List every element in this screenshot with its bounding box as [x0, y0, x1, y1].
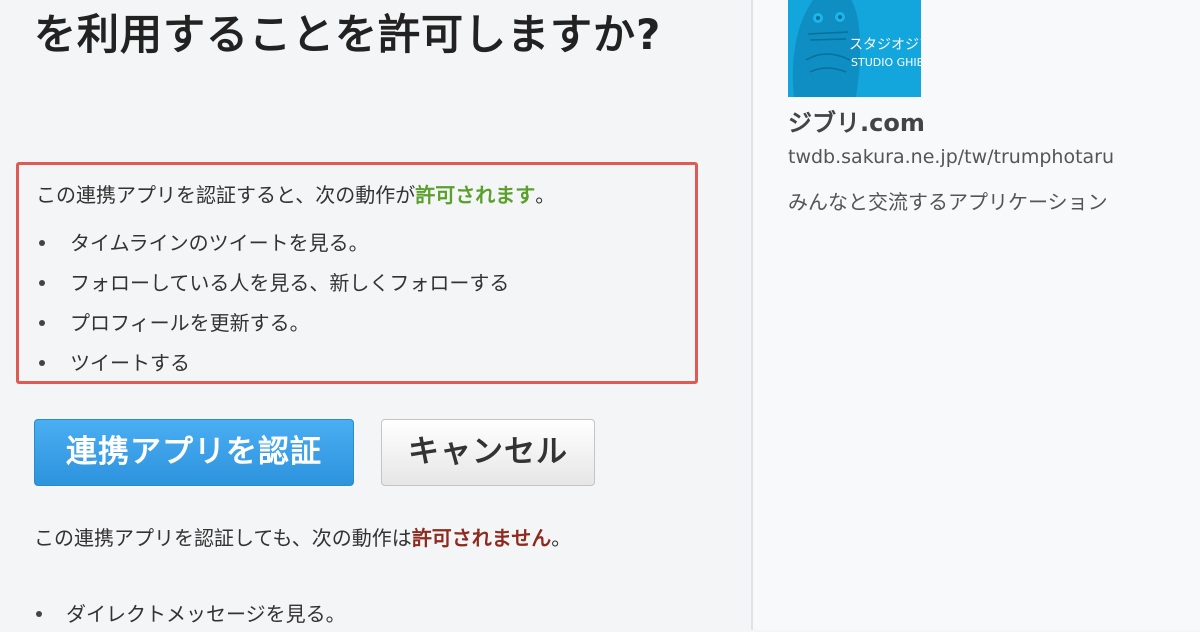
- bullet-icon: [36, 611, 42, 617]
- totoro-logo-icon: スタジオジブリ STUDIO GHIBLI: [788, 0, 921, 97]
- list-item-text: タイムラインのツイートを見る。: [70, 231, 369, 255]
- logo-text-ja: スタジオジブリ: [849, 36, 921, 53]
- allowed-intro-text: この連携アプリを認証すると、次の動作が: [36, 183, 416, 207]
- app-logo: スタジオジブリ STUDIO GHIBLI: [788, 0, 921, 97]
- app-name: ジブリ.com: [788, 109, 925, 137]
- allowed-permissions-box: この連携アプリを認証すると、次の動作が許可されます。 タイムラインのツイートを見…: [16, 162, 698, 384]
- denied-intro-text: この連携アプリを認証しても、次の動作は: [34, 526, 412, 550]
- allowed-highlight-text: 許可されます: [415, 183, 536, 207]
- list-item: タイムラインのツイートを見る。: [36, 223, 509, 263]
- cancel-button[interactable]: キャンセル: [381, 419, 595, 486]
- allowed-intro-suffix: 。: [535, 183, 556, 207]
- bullet-icon: [39, 240, 45, 246]
- list-item: ツイートする: [36, 343, 509, 383]
- bullet-icon: [39, 280, 45, 286]
- authorize-app-button[interactable]: 連携アプリを認証: [34, 419, 354, 486]
- bullet-icon: [39, 320, 45, 326]
- list-item-text: プロフィールを更新する。: [70, 311, 310, 335]
- app-description: みんなと交流するアプリケーション: [788, 190, 1108, 214]
- page-title: ジブリ.comがあなたのアカウントを利用することを許可しますか?: [34, 0, 709, 59]
- denied-highlight-text: 許可されません: [411, 526, 552, 550]
- app-url: twdb.sakura.ne.jp/tw/trumphotaru: [788, 146, 1115, 168]
- authorization-panel: ジブリ.comがあなたのアカウントを利用することを許可しますか? この連携アプリ…: [0, 0, 750, 630]
- list-item: プロフィールを更新する。: [36, 303, 509, 343]
- logo-text-en: STUDIO GHIBLI: [851, 56, 921, 69]
- app-info-panel: スタジオジブリ STUDIO GHIBLI ジブリ.com twdb.sakur…: [753, 0, 1200, 630]
- list-item: フォローしている人を見る、新しくフォローする: [36, 263, 509, 303]
- allowed-permissions-intro: この連携アプリを認証すると、次の動作が許可されます。: [36, 181, 555, 209]
- list-item-text: フォローしている人を見る、新しくフォローする: [70, 271, 510, 295]
- denied-permissions-intro: この連携アプリを認証しても、次の動作は許可されません。: [34, 521, 699, 555]
- list-item-text: ツイートする: [70, 351, 190, 375]
- bullet-icon: [39, 360, 45, 366]
- list-item: ダイレクトメッセージを見る。: [34, 596, 346, 632]
- denied-permissions-list: ダイレクトメッセージを見る。: [34, 596, 346, 632]
- denied-intro-suffix: 。: [551, 526, 572, 550]
- list-item-text: ダイレクトメッセージを見る。: [66, 602, 346, 626]
- allowed-permissions-list: タイムラインのツイートを見る。 フォローしている人を見る、新しくフォローする プ…: [36, 223, 509, 383]
